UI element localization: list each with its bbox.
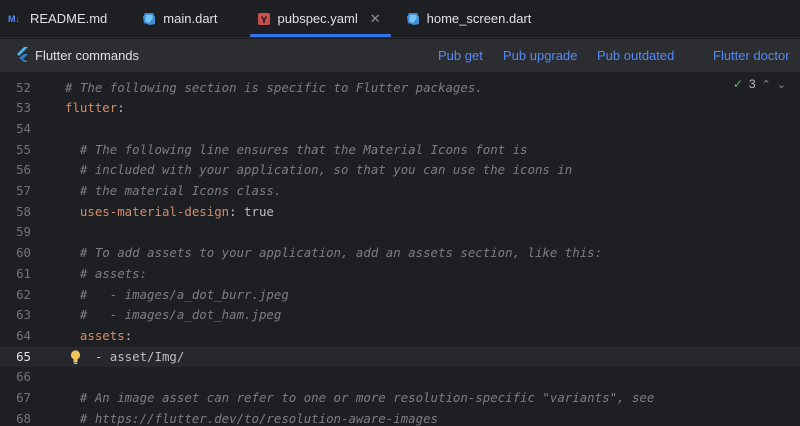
flutter-commands-bar: Flutter commands Pub get Pub upgrade Pub… xyxy=(0,39,800,72)
svg-text:Y: Y xyxy=(259,16,267,26)
code-comment: # To add assets to your application, add… xyxy=(65,245,603,261)
code-text: # included with your application, so tha… xyxy=(65,160,572,181)
code-line[interactable]: 54 xyxy=(0,119,800,140)
flutter-icon xyxy=(16,46,29,65)
code-line[interactable]: 60 # To add assets to your application, … xyxy=(0,243,800,264)
code-editor[interactable]: ✓ 3 ⌃ ⌄ 52 # The following section is spe… xyxy=(0,72,800,426)
line-number: 55 xyxy=(16,141,31,157)
code-line[interactable]: 59 xyxy=(0,222,800,243)
code-line[interactable]: 66 xyxy=(0,367,800,388)
code-comment: # https://flutter.dev/to/resolution-awar… xyxy=(65,410,438,426)
tab-label: pubspec.yaml xyxy=(277,11,358,26)
code-comment: # The following line ensures that the Ma… xyxy=(65,141,528,157)
code-token: : xyxy=(117,100,125,116)
code-line[interactable]: 53 flutter: xyxy=(0,98,800,119)
code-text: # the material Icons class. xyxy=(65,181,281,202)
line-number: 58 xyxy=(16,203,31,219)
line-number: 61 xyxy=(16,265,31,281)
code-line[interactable]: 58 uses-material-design: true xyxy=(0,202,800,223)
line-number: 67 xyxy=(16,390,31,405)
code-line[interactable]: 52 # The following section is specific to… xyxy=(0,78,800,99)
code-comment: # included with your application, so tha… xyxy=(65,162,573,178)
code-comment: # the material Icons class. xyxy=(65,183,282,198)
line-number: 57 xyxy=(16,183,31,198)
code-comment: # assets: xyxy=(65,265,148,281)
pub-get-button[interactable]: Pub get xyxy=(438,48,483,63)
code-text: # An image asset can refer to one or mor… xyxy=(65,388,654,409)
yaml-icon: Y xyxy=(256,11,272,27)
code-comment: # An image asset can refer to one or mor… xyxy=(65,390,655,405)
yaml-key: flutter xyxy=(65,100,118,116)
line-number: 59 xyxy=(16,224,31,240)
code-text: - asset/Img/ xyxy=(65,347,185,368)
code-text: # - images/a_dot_burr.jpeg xyxy=(65,285,289,306)
line-number: 62 xyxy=(16,286,31,302)
toolbar-title: Flutter commands xyxy=(35,48,140,63)
yaml-key: assets xyxy=(65,327,125,343)
code-text: # The following section is specific to F… xyxy=(65,78,483,99)
code-token: - asset/Img/ xyxy=(65,348,185,364)
dart-icon xyxy=(141,11,157,27)
dart-icon xyxy=(405,11,421,27)
flutter-doctor-button[interactable]: Flutter doctor xyxy=(713,48,790,63)
code-line[interactable]: 63 # - images/a_dot_ham.jpeg xyxy=(0,305,800,326)
code-line[interactable]: 62 # - images/a_dot_burr.jpeg xyxy=(0,285,800,306)
code-comment: # The following section is specific to F… xyxy=(65,79,483,95)
code-text: # To add assets to your application, add… xyxy=(65,243,602,264)
code-text: # https://flutter.dev/to/resolution-awar… xyxy=(65,409,438,426)
tab-readme[interactable]: M↓ README.md xyxy=(0,0,121,37)
code-text: # The following line ensures that the Ma… xyxy=(65,140,528,161)
close-icon[interactable]: ✕ xyxy=(370,11,381,27)
code-line[interactable]: 55 # The following line ensures that the… xyxy=(0,140,800,161)
code-text: # assets: xyxy=(65,264,147,285)
code-token: : xyxy=(124,327,133,343)
line-number: 54 xyxy=(16,120,31,136)
line-number: 66 xyxy=(16,369,31,385)
code-line[interactable]: 56 # included with your application, so … xyxy=(0,160,800,181)
code-line[interactable]: 64 assets: xyxy=(0,326,800,347)
tab-pubspec-yaml[interactable]: Y pubspec.yaml ✕ xyxy=(246,0,395,37)
code-text: flutter: xyxy=(65,98,125,119)
pub-upgrade-button[interactable]: Pub upgrade xyxy=(503,48,577,63)
code-text: # - images/a_dot_ham.jpeg xyxy=(65,305,281,326)
pub-outdated-button[interactable]: Pub outdated xyxy=(597,48,674,63)
editor-tab-bar: M↓ README.md main.dart Y pubspec.yaml ✕ … xyxy=(0,0,800,38)
code-comment: # - images/a_dot_ham.jpeg xyxy=(65,307,282,323)
line-number: 68 xyxy=(16,410,31,426)
code-text: assets: xyxy=(65,326,132,347)
code-line[interactable]: 68 # https://flutter.dev/to/resolution-a… xyxy=(0,409,800,426)
markdown-icon: M↓ xyxy=(8,13,20,24)
line-number: 56 xyxy=(16,162,31,178)
yaml-key: uses-material-design xyxy=(65,203,230,219)
code-text: uses-material-design: true xyxy=(65,202,274,223)
code-line[interactable]: 61 # assets: xyxy=(0,264,800,285)
code-token: : true xyxy=(229,203,274,219)
code-line[interactable]: 67 # An image asset can refer to one or … xyxy=(0,388,800,409)
flutter-commands-title: Flutter commands xyxy=(0,46,140,65)
code-line[interactable]: 65 - asset/Img/ xyxy=(0,346,800,368)
tab-label: home_screen.dart xyxy=(426,11,532,26)
line-number: 64 xyxy=(16,327,31,343)
line-number: 63 xyxy=(16,307,31,323)
code-line[interactable]: 57 # the material Icons class. xyxy=(0,181,800,202)
line-number: 53 xyxy=(16,100,31,116)
tab-home-screen-dart[interactable]: home_screen.dart xyxy=(395,0,546,37)
tab-label: main.dart xyxy=(163,11,218,26)
line-number: 60 xyxy=(16,245,31,261)
code-comment: # - images/a_dot_burr.jpeg xyxy=(65,286,289,302)
tab-main-dart[interactable]: main.dart xyxy=(131,0,231,37)
line-number: 65 xyxy=(16,348,31,364)
tab-label: README.md xyxy=(30,11,108,26)
line-number: 52 xyxy=(16,79,31,95)
